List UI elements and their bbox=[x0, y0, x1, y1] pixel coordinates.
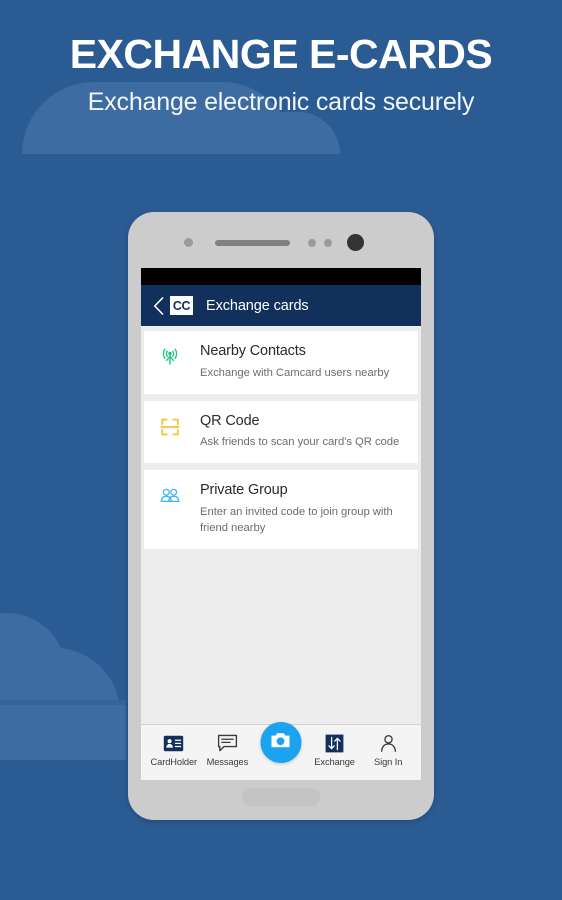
sensor-dot-icon-b bbox=[324, 239, 332, 247]
nav-label: Messages bbox=[206, 757, 249, 767]
bottom-navigation-bar: CardHolder Messages Exchange Sign In bbox=[141, 722, 421, 780]
nav-item-exchange[interactable]: Exchange bbox=[308, 732, 362, 767]
nav-label: Exchange bbox=[314, 757, 355, 767]
camera-capture-button[interactable] bbox=[260, 722, 302, 763]
list-item-text: QR Code Ask friends to scan your card's … bbox=[200, 413, 408, 451]
home-button-icon[interactable] bbox=[242, 788, 320, 806]
list-item-title: Nearby Contacts bbox=[200, 343, 306, 359]
back-chevron-icon[interactable] bbox=[151, 296, 165, 316]
list-item-title: Private Group bbox=[200, 482, 288, 499]
phone-top-bezel bbox=[128, 212, 434, 268]
list-item-subtitle: Ask friends to scan your card's QR code bbox=[200, 436, 400, 449]
list-item-qr-code[interactable]: QR Code Ask friends to scan your card's … bbox=[144, 400, 418, 464]
exchange-options-list: Nearby Contacts Exchange with Camcard us… bbox=[141, 326, 421, 724]
page-title: Exchange cards bbox=[206, 297, 309, 314]
speech-bubble-icon bbox=[217, 732, 238, 754]
qr-scan-frame-icon bbox=[158, 415, 182, 439]
contact-card-icon bbox=[163, 732, 184, 754]
nav-item-sign-in[interactable]: Sign In bbox=[361, 732, 415, 767]
cloud-bottom-left-bump-1 bbox=[0, 613, 66, 731]
front-camera-icon bbox=[347, 234, 364, 251]
exchange-arrows-icon bbox=[325, 732, 344, 754]
cloud-bottom-left-base bbox=[0, 700, 126, 760]
nav-label: CardHolder bbox=[150, 757, 198, 767]
list-item-subtitle: Exchange with Camcard users nearby bbox=[200, 366, 390, 379]
nav-item-messages[interactable]: Messages bbox=[201, 732, 255, 767]
phone-mockup: CC Exchange cards Nearby Contacts Exchan… bbox=[128, 212, 434, 820]
list-item-private-group[interactable]: Private Group Enter an invited code to j… bbox=[144, 470, 418, 550]
status-bar bbox=[141, 268, 421, 285]
phone-screen: CC Exchange cards Nearby Contacts Exchan… bbox=[141, 268, 421, 780]
cloud-top-tail-shape bbox=[150, 112, 340, 154]
broadcast-antenna-icon bbox=[158, 345, 182, 369]
list-item-subtitle: Enter an invited code to join group with… bbox=[200, 506, 393, 535]
camera-icon bbox=[270, 731, 292, 755]
list-item-title: QR Code bbox=[200, 412, 260, 429]
list-item-nearby-contacts[interactable]: Nearby Contacts Exchange with Camcard us… bbox=[144, 331, 418, 394]
group-people-icon bbox=[158, 484, 182, 508]
earpiece-speaker-icon bbox=[215, 240, 290, 246]
person-outline-icon bbox=[379, 732, 398, 754]
promo-header: EXCHANGE E-CARDS Exchange electronic car… bbox=[0, 32, 562, 117]
cloud-bottom-left-strip bbox=[0, 700, 126, 705]
cloud-bottom-left-bump-2 bbox=[0, 648, 120, 758]
nav-item-cardholder[interactable]: CardHolder bbox=[147, 732, 201, 767]
proximity-sensor-icon bbox=[184, 238, 193, 247]
list-item-text: Private Group Enter an invited code to j… bbox=[200, 482, 408, 536]
list-item-text: Nearby Contacts Exchange with Camcard us… bbox=[200, 343, 408, 381]
app-bar: CC Exchange cards bbox=[141, 285, 421, 326]
promo-subheadline: Exchange electronic cards securely bbox=[87, 88, 475, 117]
promo-headline: EXCHANGE E-CARDS bbox=[69, 31, 493, 77]
nav-label: Sign In bbox=[374, 757, 403, 767]
sensor-dot-icon-a bbox=[308, 239, 316, 247]
camcard-logo-icon: CC bbox=[170, 296, 193, 315]
